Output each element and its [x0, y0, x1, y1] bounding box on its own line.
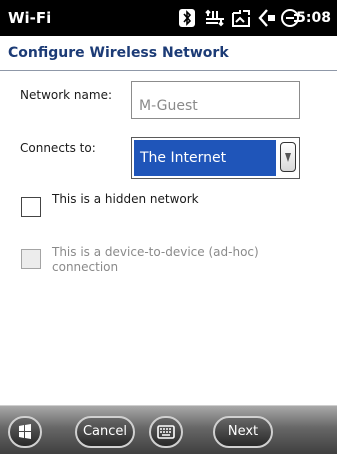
bluetooth-icon — [179, 9, 195, 27]
data-transfer-icon — [205, 9, 224, 27]
page-title: Configure Wireless Network — [8, 45, 229, 61]
hidden-network-label[interactable]: This is a hidden network — [52, 192, 199, 207]
adhoc-label-line2: connection — [52, 260, 119, 274]
signal-icon — [232, 10, 250, 27]
connects-to-select[interactable]: The Internet — [131, 137, 300, 179]
chevron-down-icon — [285, 153, 291, 162]
adhoc-checkbox[interactable] — [21, 249, 41, 269]
connects-to-value: The Internet — [134, 140, 276, 176]
keyboard-icon — [157, 425, 175, 439]
bottom-bar: Cancel Next — [0, 405, 337, 454]
dropdown-arrow-button[interactable] — [280, 142, 296, 172]
next-button[interactable]: Next — [213, 416, 273, 448]
start-button[interactable] — [8, 416, 42, 448]
hidden-network-checkbox[interactable] — [21, 197, 41, 217]
connects-to-label: Connects to: — [20, 141, 96, 155]
windows-start-icon — [19, 424, 31, 439]
volume-icon — [258, 9, 275, 27]
status-bar: Wi-Fi 5:08 — [0, 0, 337, 36]
adhoc-label-line1: This is a device-to-device (ad-hoc) — [52, 245, 259, 259]
cancel-button[interactable]: Cancel — [75, 416, 135, 448]
network-name-field[interactable] — [131, 81, 300, 119]
clock: 5:08 — [296, 10, 331, 26]
network-name-label: Network name: — [20, 88, 112, 102]
app-name: Wi-Fi — [8, 9, 52, 27]
title-bar: Configure Wireless Network — [0, 36, 337, 71]
keyboard-button[interactable] — [149, 416, 183, 448]
